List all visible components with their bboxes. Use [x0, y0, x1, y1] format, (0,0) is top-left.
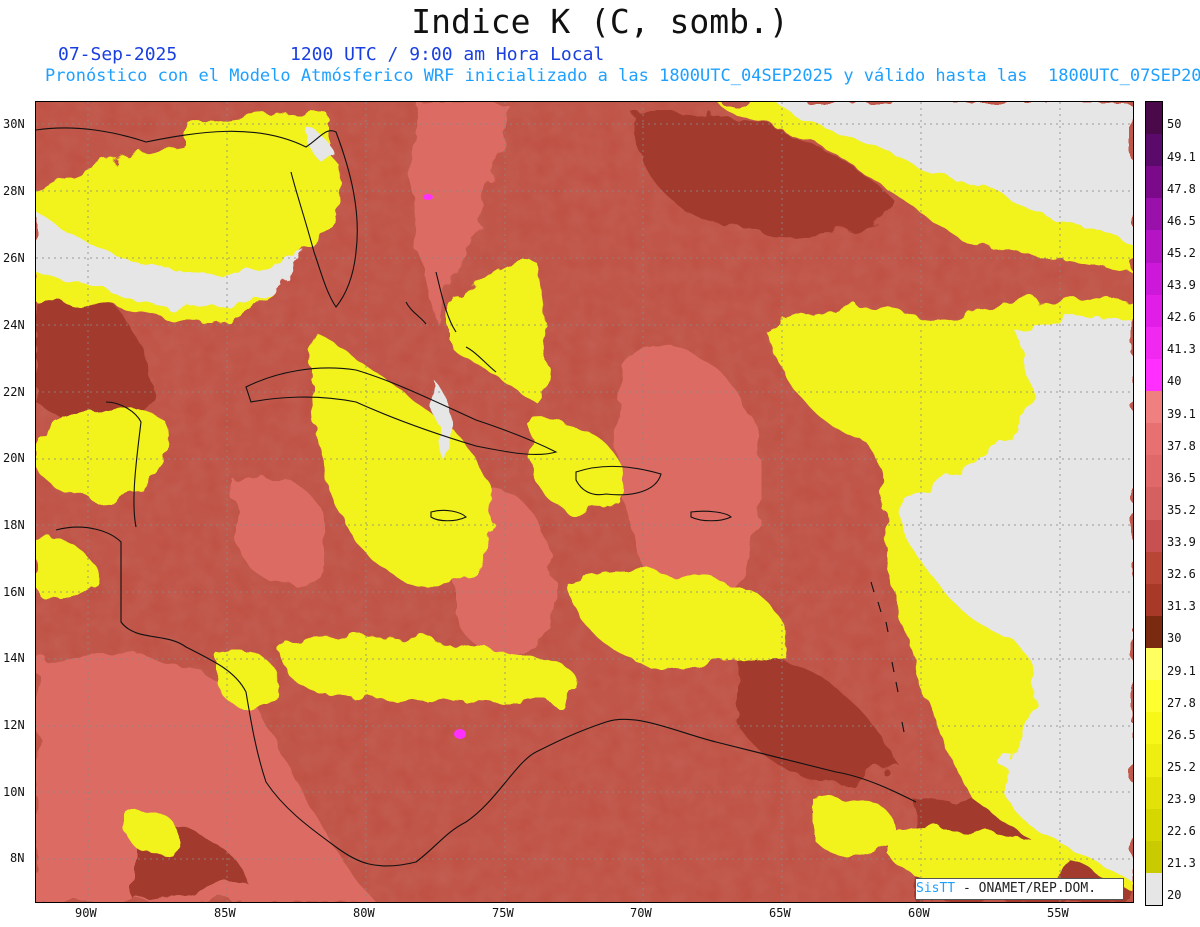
colorbar-segment [1146, 583, 1162, 617]
colorbar-label: 25.2 [1167, 759, 1196, 774]
colorbar-label: 31.3 [1167, 599, 1196, 614]
lon-tick-90w: 90W [75, 906, 97, 920]
lat-tick-22n: 22N [3, 385, 25, 399]
colorbar-segment [1146, 872, 1162, 906]
forecast-date: 07-Sep-2025 [58, 44, 178, 65]
colorbar-segment [1146, 455, 1162, 488]
lat-tick-30n: 30N [3, 117, 25, 131]
credit-org: - ONAMET/REP.DOM. [955, 881, 1097, 896]
forecast-time: 1200 UTC / 9:00 am Hora Local [290, 44, 605, 65]
credit-brand: SisTT [916, 881, 956, 896]
colorbar-label: 49.1 [1167, 149, 1196, 164]
lon-tick-65w: 65W [769, 906, 791, 920]
colorbar-label: 46.5 [1167, 213, 1196, 228]
colorbar-label: 21.3 [1167, 856, 1196, 871]
colorbar-segment [1146, 744, 1162, 777]
colorbar [1145, 101, 1163, 906]
credit-box: SisTT - ONAMET/REP.DOM. [915, 878, 1124, 900]
colorbar-label: 29.1 [1167, 663, 1196, 678]
colorbar-segment [1146, 519, 1162, 553]
colorbar-label: 43.9 [1167, 278, 1196, 293]
lon-tick-80w: 80W [353, 906, 375, 920]
colorbar-label: 27.8 [1167, 695, 1196, 710]
colorbar-label: 47.8 [1167, 181, 1196, 196]
lon-tick-60w: 60W [908, 906, 930, 920]
lat-tick-12n: 12N [3, 718, 25, 732]
colorbar-label: 39.1 [1167, 406, 1196, 421]
colorbar-label: 20 [1167, 888, 1182, 903]
colorbar-label: 40 [1167, 374, 1182, 389]
colorbar-segment [1146, 776, 1162, 810]
colorbar-segment [1146, 551, 1162, 585]
colorbar-label: 50 [1167, 117, 1182, 132]
colorbar-label: 23.9 [1167, 792, 1196, 806]
colorbar-segment [1146, 391, 1162, 424]
k-index-map [35, 101, 1134, 903]
lat-tick-20n: 20N [3, 451, 25, 465]
colorbar-segment [1146, 423, 1162, 456]
colorbar-label: 41.3 [1167, 342, 1196, 357]
colorbar-label: 32.6 [1167, 567, 1196, 582]
colorbar-label: 37.8 [1167, 438, 1196, 453]
lon-tick-70w: 70W [630, 906, 652, 920]
lat-tick-26n: 26N [3, 251, 25, 265]
lon-tick-85w: 85W [214, 906, 236, 920]
lat-tick-28n: 28N [3, 184, 25, 198]
colorbar-label: 35.2 [1167, 502, 1196, 517]
colorbar-segment [1146, 326, 1162, 360]
colorbar-segment [1146, 808, 1162, 842]
colorbar-label: 45.2 [1167, 245, 1196, 260]
colorbar-segment [1146, 262, 1162, 296]
lat-tick-16n: 16N [3, 585, 25, 599]
lon-tick-75w: 75W [492, 906, 514, 920]
colorbar-segment [1146, 840, 1162, 874]
forecast-description: Pronóstico con el Modelo Atmósferico WRF… [45, 66, 1200, 86]
lat-tick-10n: 10N [3, 785, 25, 799]
colorbar-segment [1146, 198, 1162, 231]
lat-tick-14n: 14N [3, 651, 25, 665]
colorbar-segment [1146, 134, 1162, 167]
lat-tick-18n: 18N [3, 518, 25, 532]
lat-tick-8n: 8N [10, 851, 25, 865]
colorbar-segment [1146, 166, 1162, 199]
lon-tick-55w: 55W [1047, 906, 1069, 920]
colorbar-label: 22.6 [1167, 824, 1196, 839]
colorbar-label: 42.6 [1167, 310, 1196, 325]
colorbar-segment [1146, 358, 1162, 392]
colorbar-segment [1146, 102, 1162, 135]
colorbar-segment [1146, 680, 1162, 713]
colorbar-segment [1146, 487, 1162, 521]
colorbar-label: 33.9 [1167, 535, 1196, 550]
chart-title: Indice K (C, somb.) [411, 2, 789, 41]
colorbar-segment [1146, 648, 1162, 681]
colorbar-label: 30 [1167, 631, 1182, 646]
colorbar-segment [1146, 615, 1162, 649]
colorbar-label: 26.5 [1167, 727, 1196, 742]
colorbar-segment [1146, 230, 1162, 264]
colorbar-label: 36.5 [1167, 470, 1196, 485]
colorbar-segment [1146, 294, 1162, 328]
lat-tick-24n: 24N [3, 318, 25, 332]
colorbar-segment [1146, 712, 1162, 745]
